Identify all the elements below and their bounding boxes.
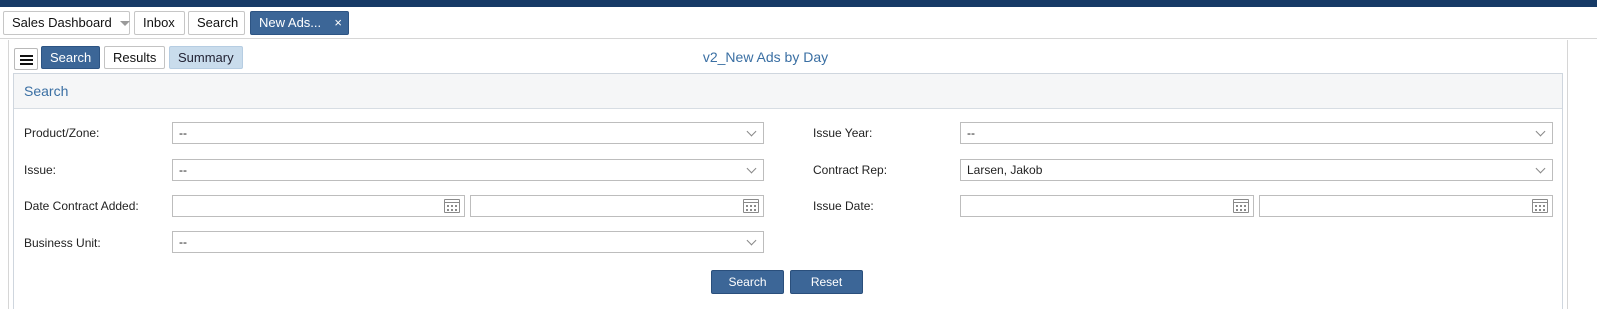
date-contract-added-to[interactable]	[470, 195, 764, 217]
tab-strip: Sales Dashboard Inbox Search New Ads... …	[0, 7, 1597, 39]
date-contract-added-from[interactable]	[172, 195, 465, 217]
date-contract-added-label: Date Contract Added:	[24, 199, 139, 213]
issue-year-select[interactable]: --	[960, 122, 1553, 144]
tab-search[interactable]: Search	[188, 11, 245, 35]
tab-label: Inbox	[143, 15, 175, 30]
chevron-down-icon	[746, 126, 757, 137]
report-panel: Search Results Summary v2_New Ads by Day…	[8, 40, 1568, 309]
issue-date-label: Issue Date:	[813, 199, 874, 213]
business-unit-select[interactable]: --	[172, 231, 764, 253]
search-panel-title: Search	[14, 74, 1562, 109]
tab-inbox[interactable]: Inbox	[134, 11, 185, 35]
close-icon[interactable]: ×	[334, 12, 342, 34]
calendar-icon[interactable]	[1532, 199, 1548, 213]
tab-sales-dashboard[interactable]: Sales Dashboard	[3, 11, 130, 35]
issue-label: Issue:	[24, 163, 57, 177]
issue-date-to[interactable]	[1259, 195, 1553, 217]
top-bar	[0, 0, 1597, 7]
calendar-icon[interactable]	[444, 199, 460, 213]
calendar-icon[interactable]	[1233, 199, 1249, 213]
product-zone-select[interactable]: --	[172, 122, 764, 144]
reset-button[interactable]: Reset	[790, 270, 863, 294]
chevron-down-icon	[1535, 163, 1546, 174]
issue-date-from[interactable]	[960, 195, 1254, 217]
tab-label: Search	[197, 15, 239, 30]
chevron-down-icon	[1535, 126, 1546, 137]
chevron-down-icon[interactable]	[119, 21, 130, 27]
product-zone-label: Product/Zone:	[24, 126, 100, 140]
search-panel: Search Product/Zone: -- Issue: -- Date C…	[13, 73, 1563, 309]
contract-rep-select[interactable]: Larsen, Jakob	[960, 159, 1553, 181]
tab-new-ads[interactable]: New Ads... ×	[250, 11, 349, 35]
report-title: v2_New Ads by Day	[702, 49, 829, 65]
contract-rep-label: Contract Rep:	[813, 163, 888, 177]
chevron-down-icon	[746, 163, 757, 174]
select-value: --	[967, 126, 975, 140]
tab-label: New Ads...	[259, 15, 322, 30]
business-unit-label: Business Unit:	[24, 236, 101, 250]
select-value: Larsen, Jakob	[967, 163, 1043, 177]
select-value: --	[179, 126, 187, 140]
issue-year-label: Issue Year:	[813, 126, 873, 140]
search-button[interactable]: Search	[711, 270, 784, 294]
calendar-icon[interactable]	[743, 199, 759, 213]
select-value: --	[179, 163, 187, 177]
tab-label: Sales Dashboard	[12, 15, 112, 30]
issue-select[interactable]: --	[172, 159, 764, 181]
select-value: --	[179, 235, 187, 249]
chevron-down-icon	[746, 235, 757, 246]
